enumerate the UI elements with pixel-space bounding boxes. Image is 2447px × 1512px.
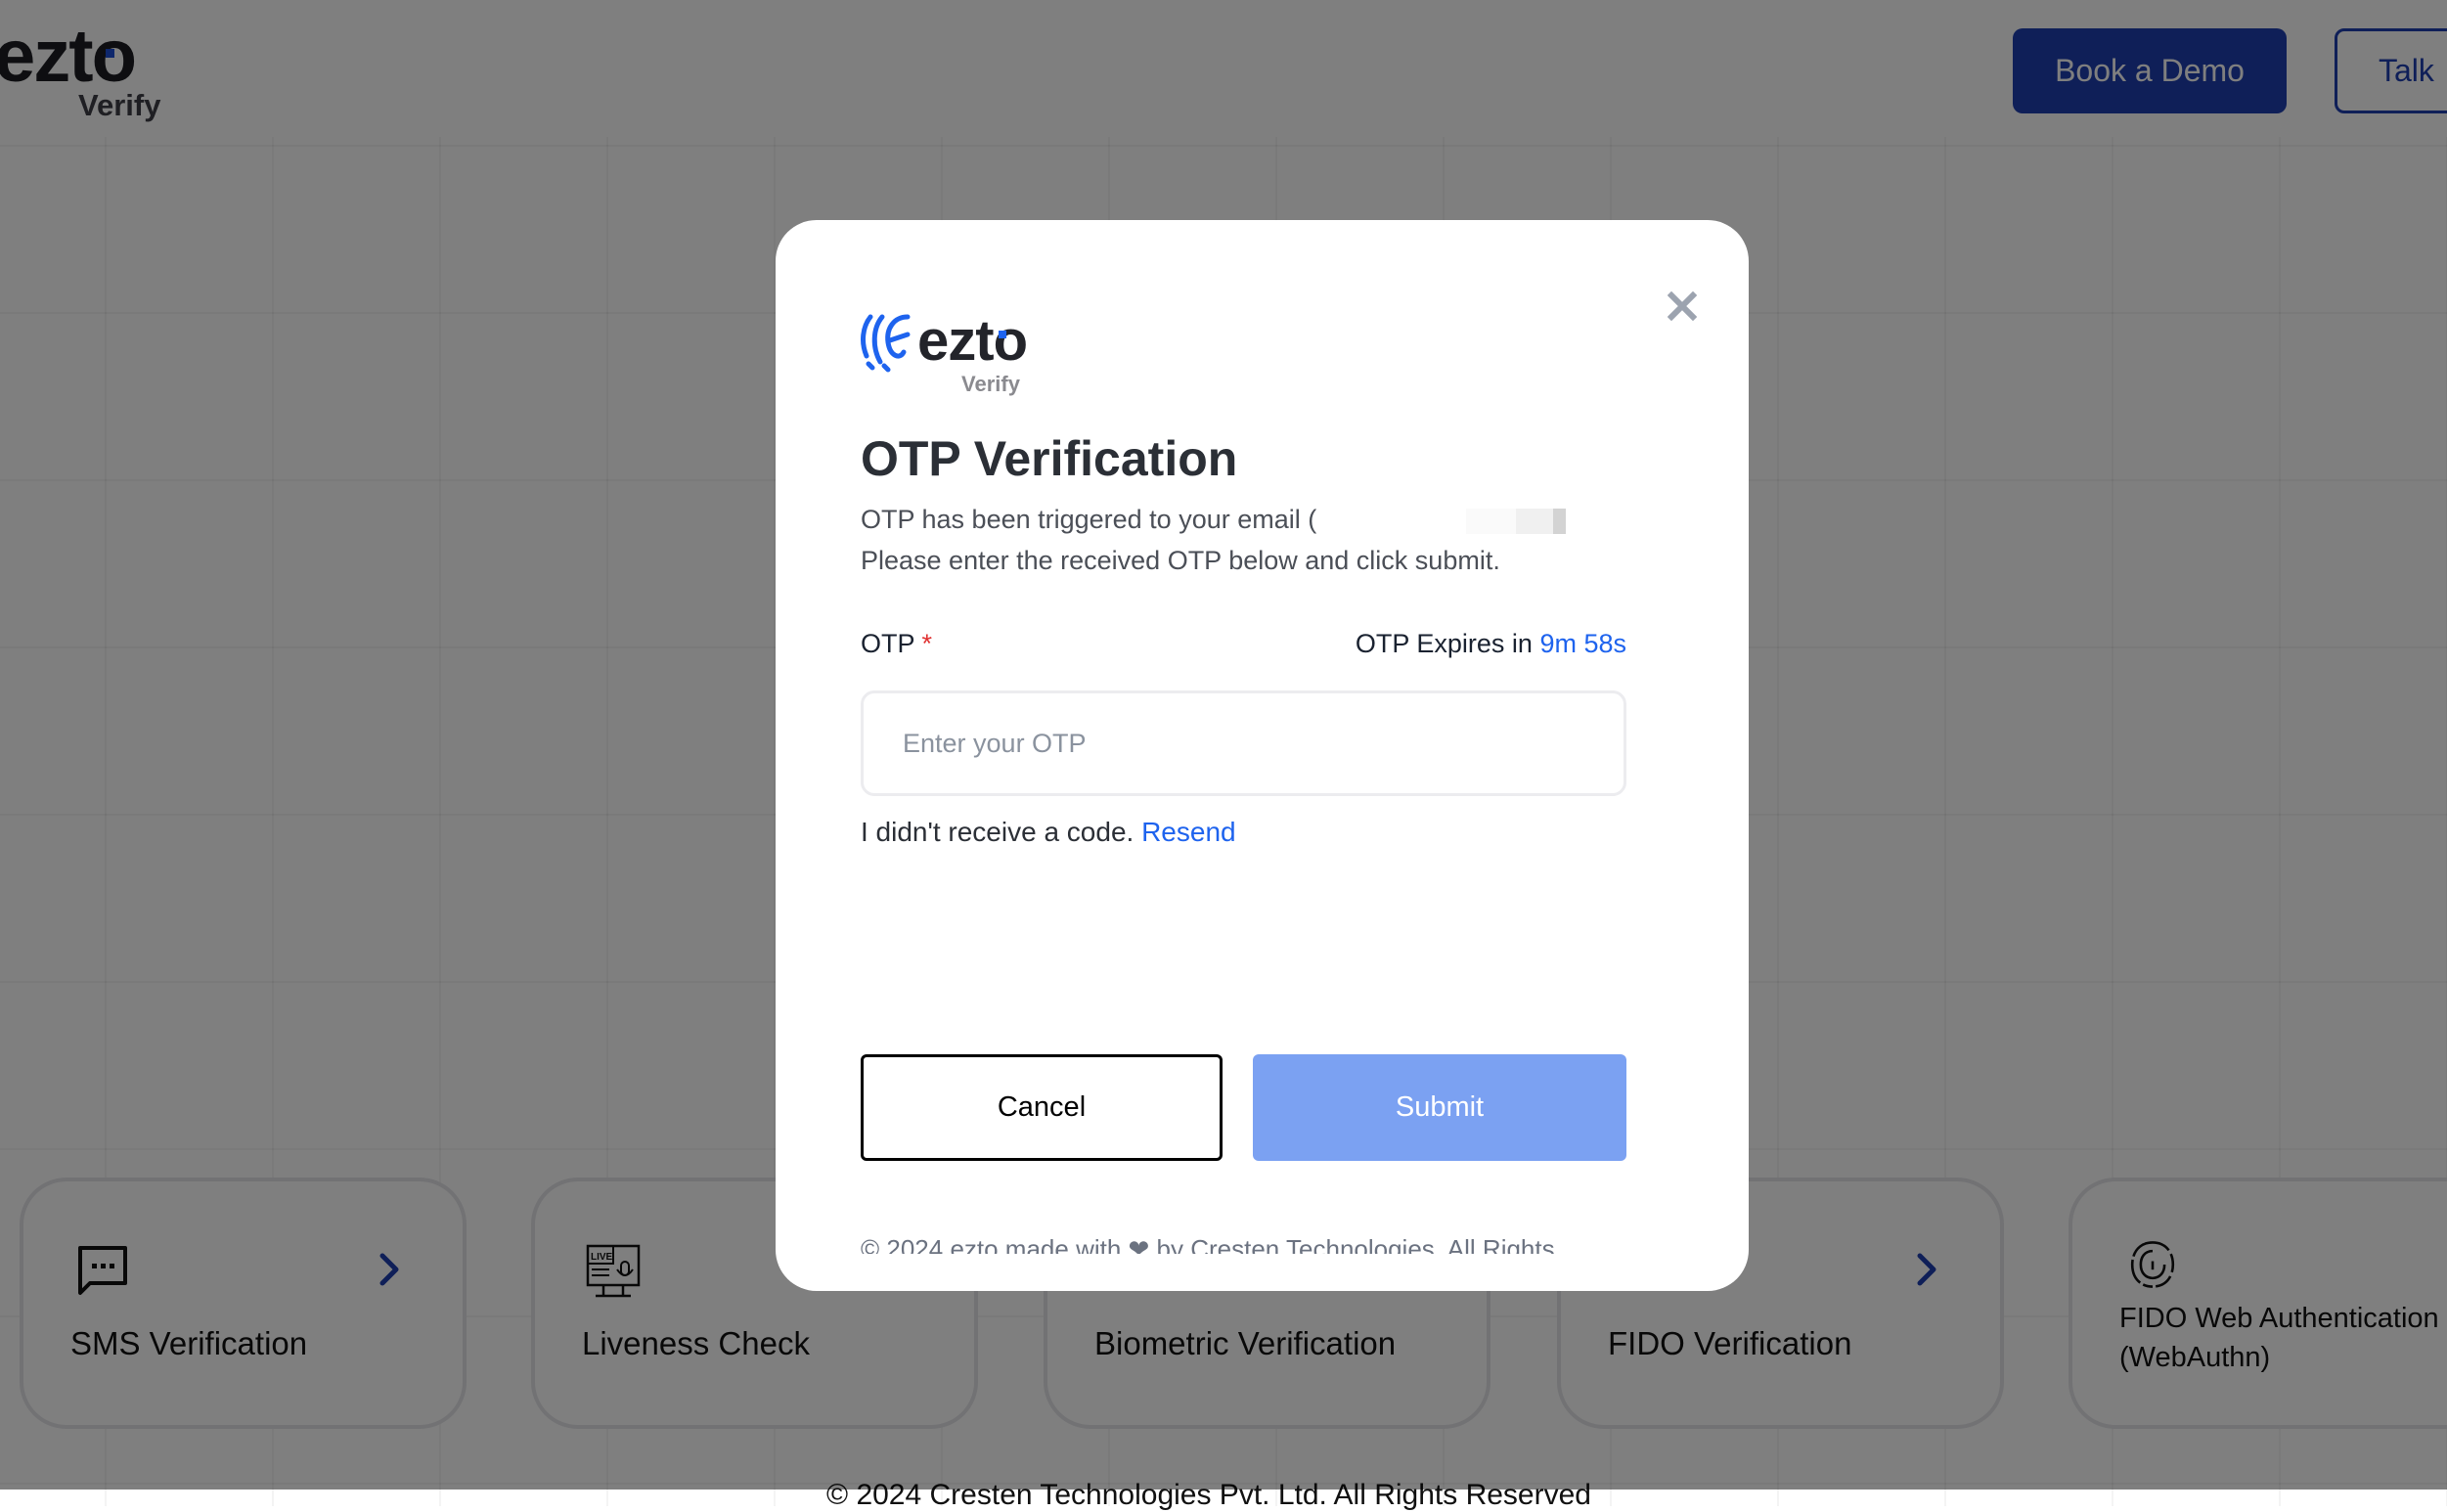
modal-footer-text: © 2024 ezto made with ❤ by Cresten Techn…: [861, 1237, 1555, 1254]
redacted-email: [1316, 508, 1567, 534]
description-line-2: Please enter the received OTP below and …: [861, 546, 1500, 575]
modal-logo-dot: [999, 331, 1006, 338]
otp-input[interactable]: [861, 690, 1626, 796]
expiry-timer: 9m 58s: [1539, 629, 1626, 658]
modal-title: OTP Verification: [861, 431, 1238, 486]
close-button[interactable]: [1661, 285, 1704, 328]
otp-modal: ezto Verify OTP Verification OTP has bee…: [776, 220, 1749, 1291]
ezto-shield-logo-icon: [861, 314, 911, 373]
modal-footer-clip: © 2024 ezto made with ❤ by Cresten Techn…: [861, 1237, 1643, 1254]
submit-button[interactable]: Submit: [1253, 1054, 1626, 1161]
otp-field-label: OTP *: [861, 629, 933, 658]
modal-logo: ezto Verify: [859, 313, 1054, 421]
required-indicator: *: [921, 629, 933, 658]
modal-logo-wordmark: ezto: [917, 309, 1028, 373]
resend-row: I didn't receive a code. Resend: [861, 817, 1236, 847]
cancel-button[interactable]: Cancel: [861, 1054, 1223, 1161]
resend-link[interactable]: Resend: [1141, 817, 1236, 847]
otp-expiry-countdown: OTP Expires in 9m 58s: [1355, 629, 1626, 658]
close-icon: [1668, 291, 1697, 321]
modal-description: OTP has been triggered to your email ( P…: [861, 499, 1567, 581]
description-line-1: OTP has been triggered to your email (: [861, 499, 1567, 540]
modal-logo-subtitle: Verify: [961, 372, 1020, 396]
